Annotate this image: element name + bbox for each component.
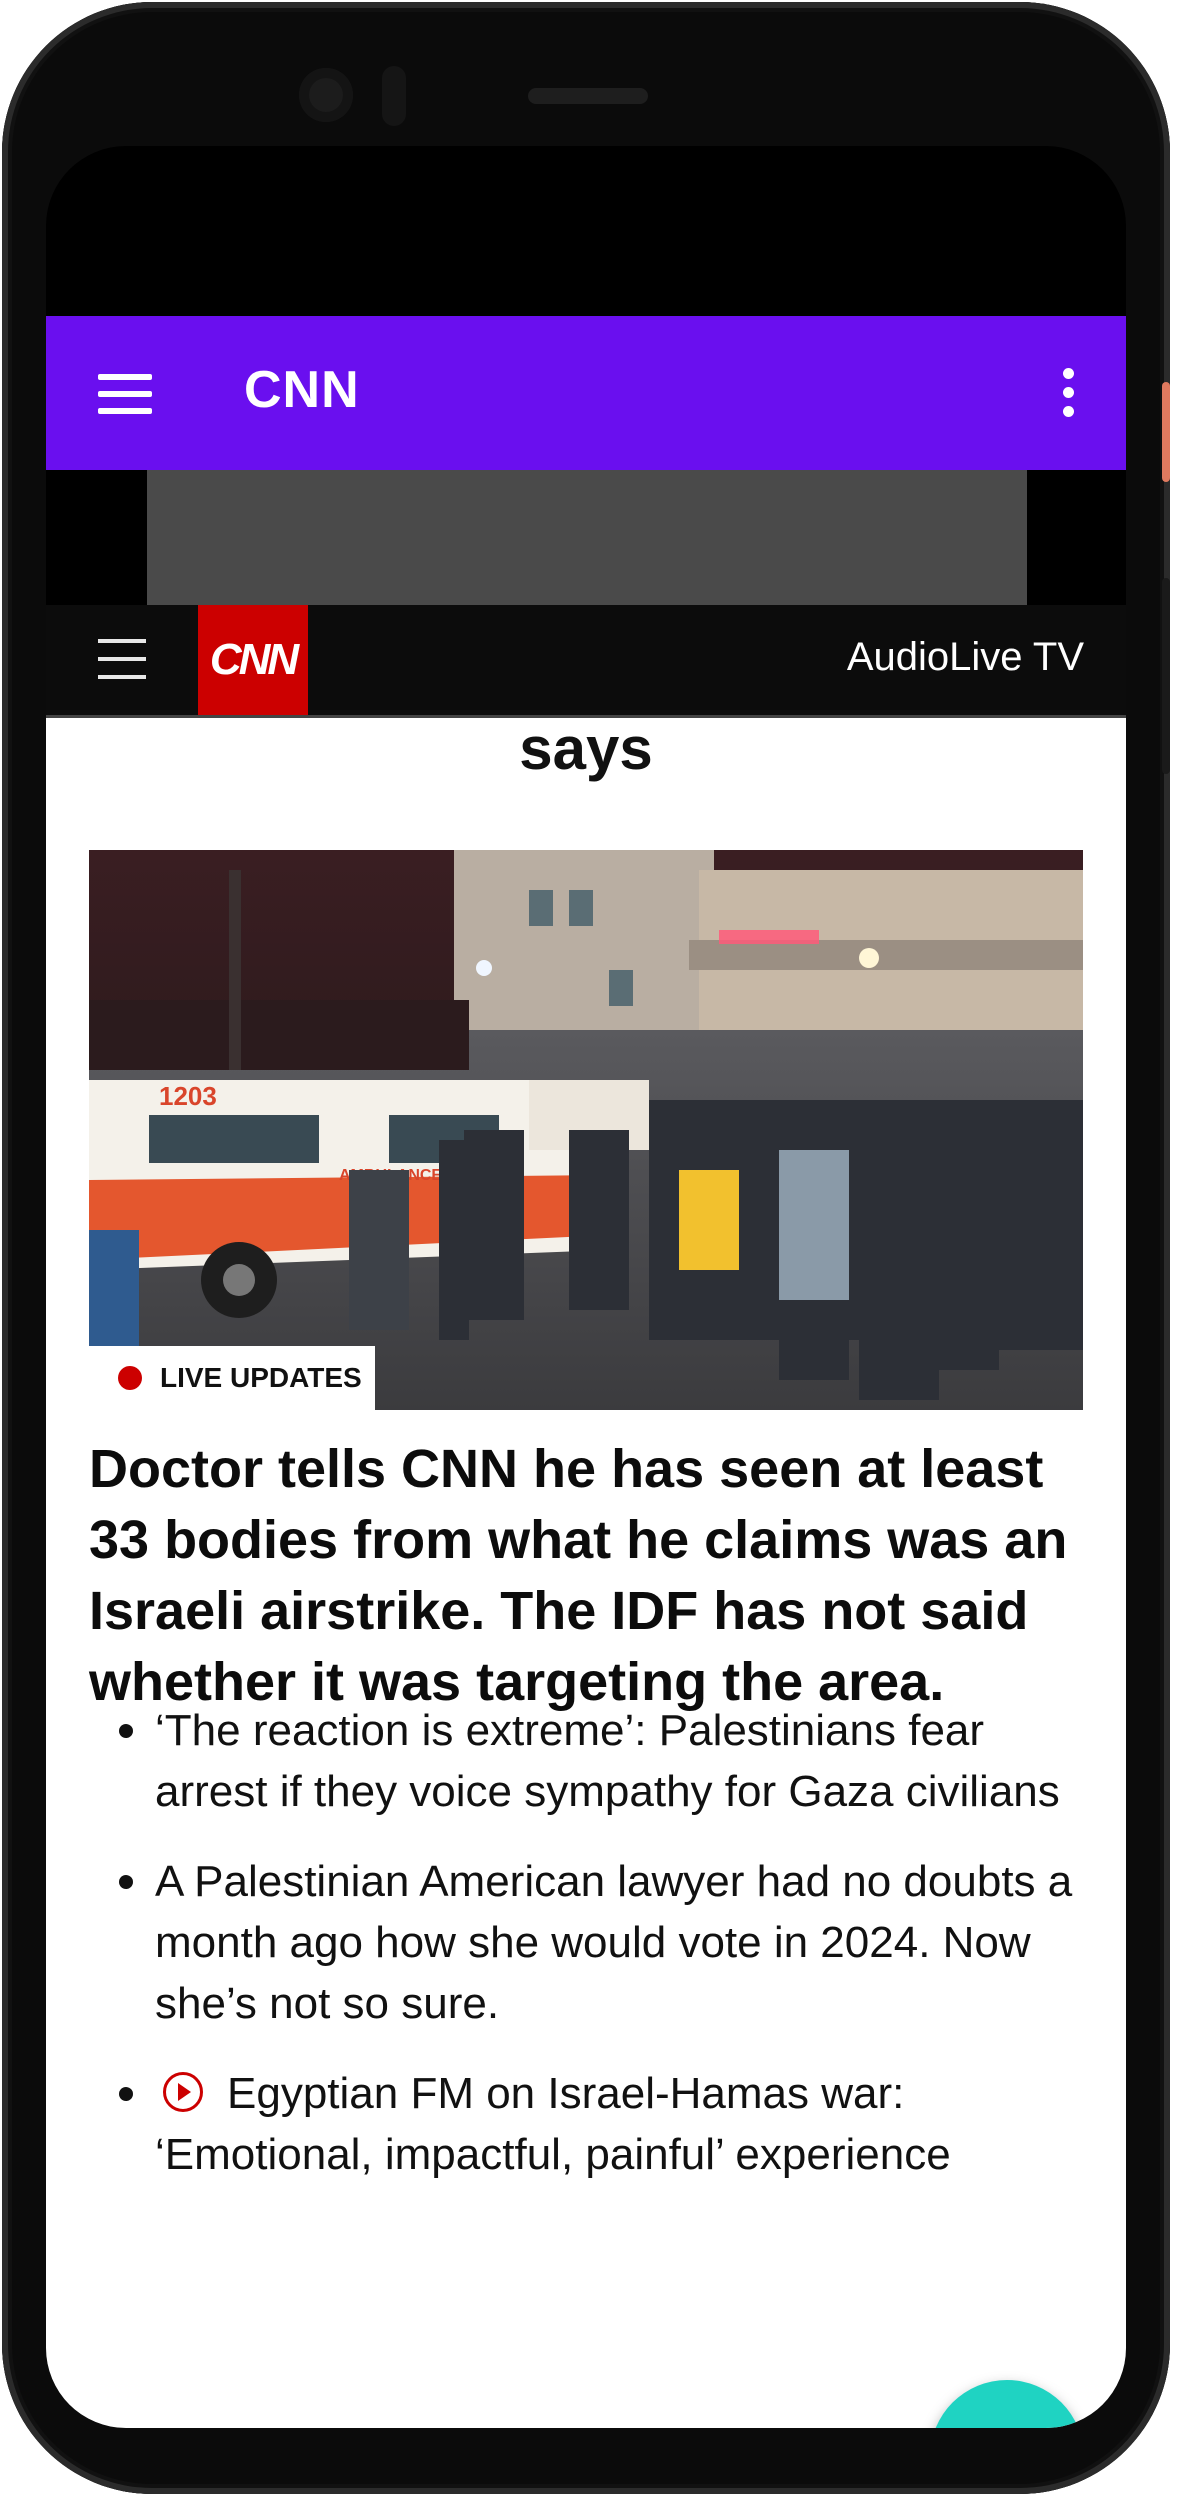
related-link-text: A Palestinian American lawyer had no dou… (155, 1857, 1073, 2028)
app-bar: CNN (46, 316, 1126, 470)
video-play-icon (163, 2072, 203, 2112)
proximity-sensor (382, 66, 406, 126)
screen: CNN kills dozens, hospital official says… (46, 146, 1126, 2428)
audio-live-tv-link[interactable]: AudioLive TV (847, 635, 1084, 680)
live-updates-label: LIVE UPDATES (160, 1362, 362, 1393)
related-link-text: Egyptian FM on Israel-Hamas war: ‘Emotio… (155, 2069, 951, 2179)
site-menu-icon[interactable] (98, 635, 148, 685)
front-camera (299, 68, 353, 122)
article-headline-tail: says (519, 715, 653, 782)
hospital-scene-image: 1203 AMBULANCE (89, 850, 1083, 1410)
live-updates-badge: LIVE UPDATES (89, 1346, 375, 1410)
app-title: CNN (244, 361, 360, 419)
more-options-icon[interactable] (1058, 368, 1078, 418)
mail-fab-button[interactable] (930, 2380, 1084, 2428)
live-dot-icon (118, 1366, 142, 1390)
volume-button (1162, 578, 1170, 774)
mail-icon (930, 2380, 1084, 2428)
web-content: kills dozens, hospital official says CNN… (46, 470, 1126, 2428)
article-image[interactable]: 1203 AMBULANCE (89, 850, 1083, 1410)
svg-text:1203: 1203 (159, 1081, 217, 1111)
menu-icon[interactable] (98, 374, 152, 414)
related-links-list: ‘The reaction is extreme’: Palestinians … (89, 1700, 1089, 2214)
related-link-2[interactable]: A Palestinian American lawyer had no dou… (89, 1851, 1089, 2034)
cnn-site-header: CNN AudioLive TV (46, 605, 1126, 718)
related-link-3[interactable]: Egyptian FM on Israel-Hamas war: ‘Emotio… (89, 2063, 1089, 2185)
related-link-text: ‘The reaction is extreme’: Palestinians … (155, 1706, 1060, 1816)
story-headline[interactable]: Doctor tells CNN he has seen at least 33… (89, 1434, 1089, 1718)
earpiece-speaker (528, 88, 648, 104)
related-link-1[interactable]: ‘The reaction is extreme’: Palestinians … (89, 1700, 1089, 1822)
bullet-icon (119, 1724, 133, 1738)
cnn-logo[interactable]: CNN (198, 605, 308, 715)
bullet-icon (119, 2087, 133, 2101)
ad-banner (46, 470, 1126, 610)
power-button (1162, 382, 1170, 482)
bullet-icon (119, 1875, 133, 1889)
ad-placeholder[interactable] (147, 470, 1027, 610)
